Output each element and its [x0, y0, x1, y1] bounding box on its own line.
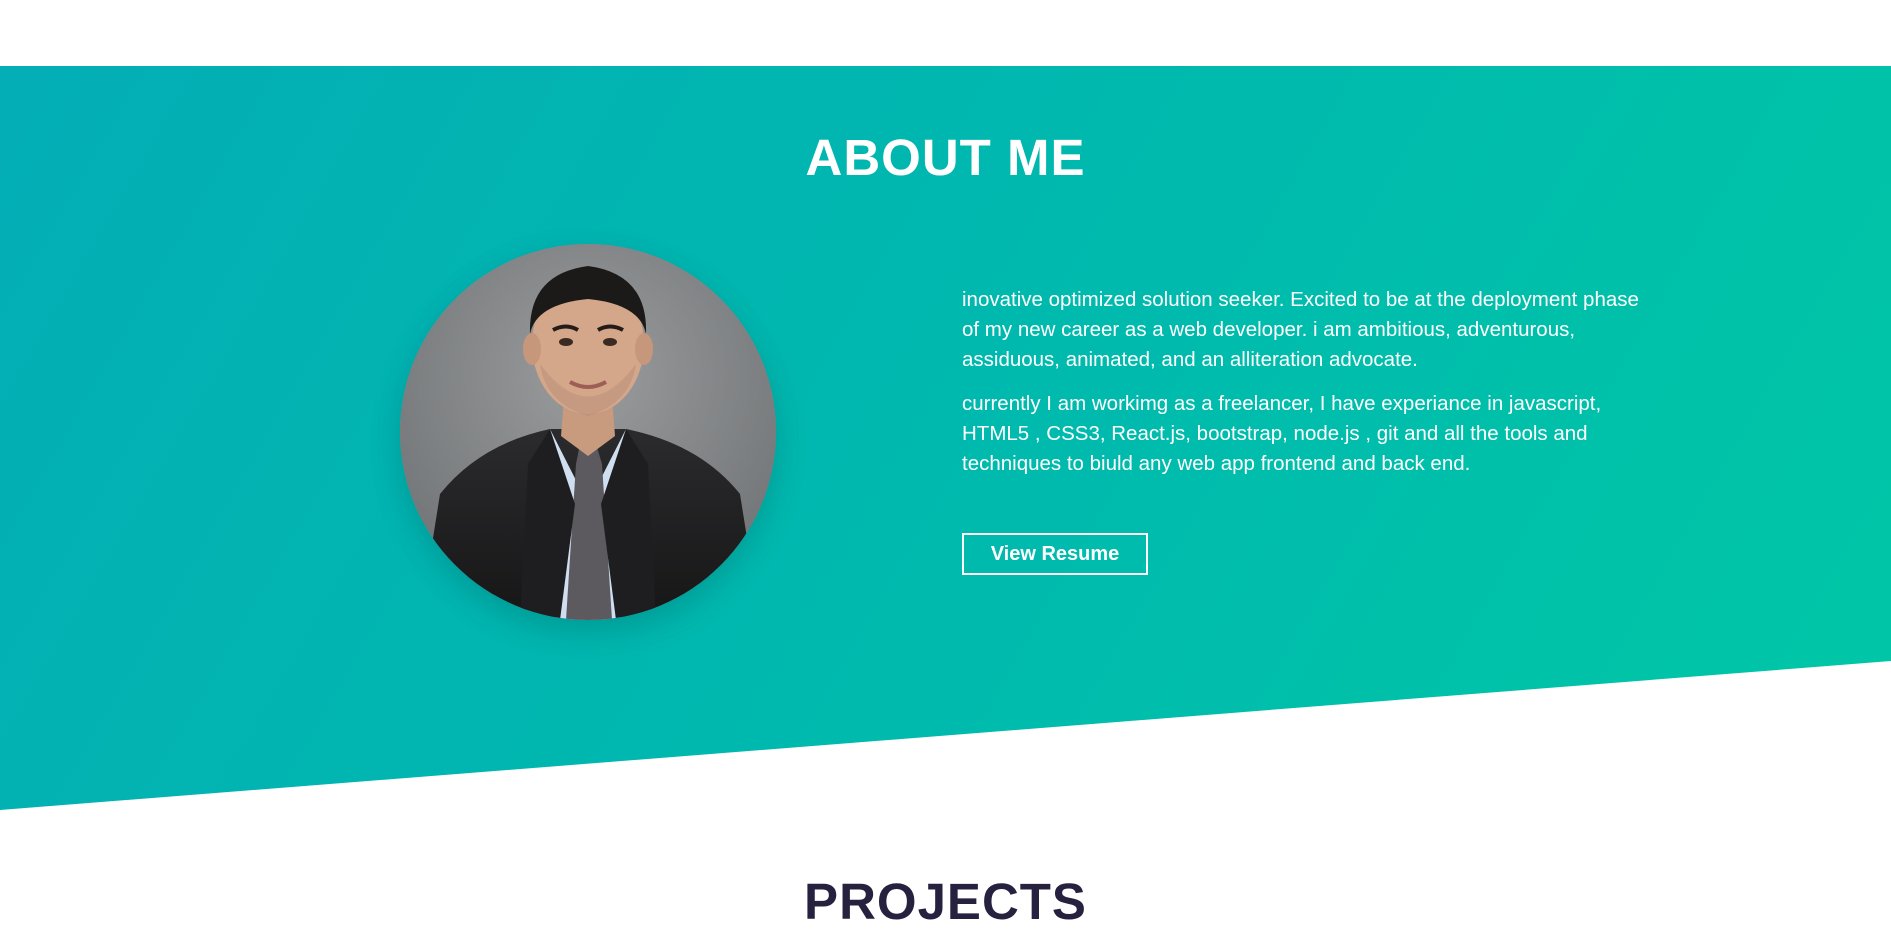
profile-photo [400, 244, 776, 620]
about-paragraph-skills: currently I am workimg as a freelancer, … [962, 391, 1602, 476]
about-description: inovative optimized solution seeker. Exc… [962, 285, 1642, 492]
profile-photo-illustration [400, 244, 776, 620]
projects-title: PROJECTS [804, 873, 1087, 930]
about-paragraph-intro: inovative optimized solution seeker. Exc… [962, 288, 1639, 372]
about-title: ABOUT ME [805, 129, 1086, 186]
view-resume-button[interactable]: View Resume [962, 533, 1148, 575]
